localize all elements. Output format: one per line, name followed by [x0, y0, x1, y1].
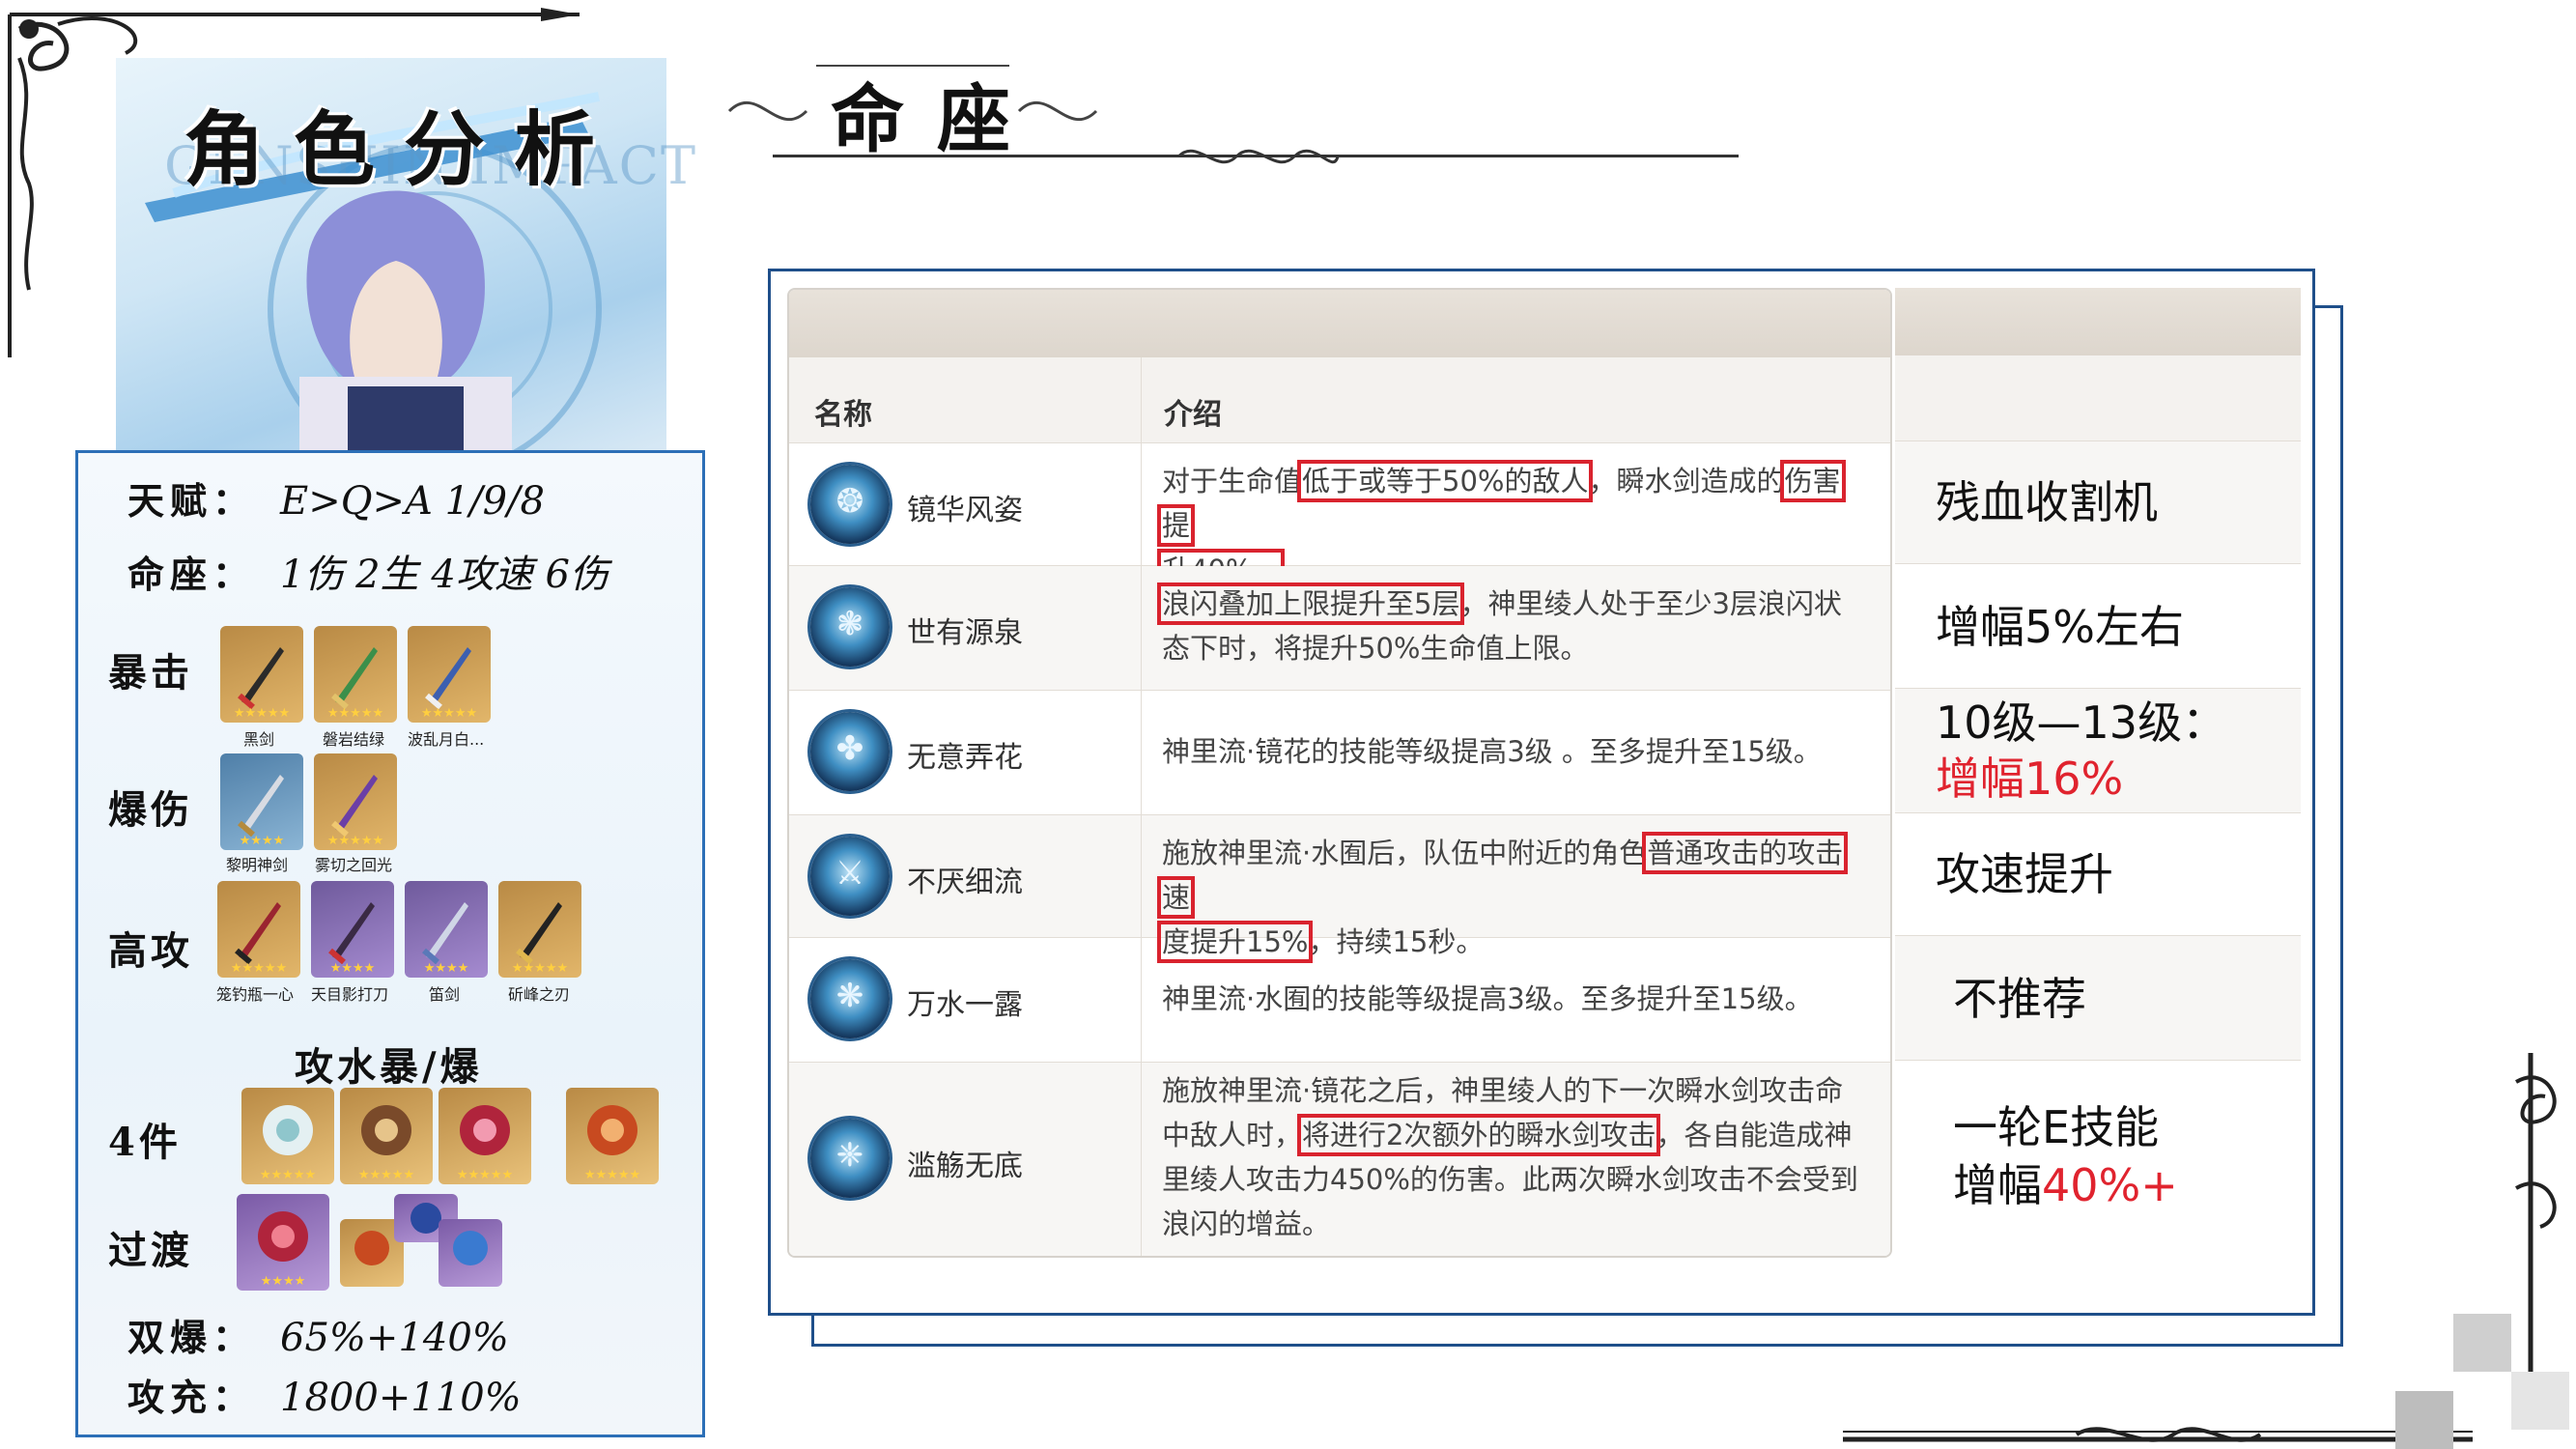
- weapon-name: 黎明神剑: [226, 856, 289, 874]
- constellation-c1-icon: ❂: [810, 465, 890, 544]
- assessment-text: 增幅5%左右: [1936, 601, 2184, 653]
- talent-value: E>Q>A 1/9/8: [280, 479, 545, 524]
- atk-er-label: 攻充：: [127, 1376, 256, 1419]
- constellation-value: 1伤 2生 4攻速 6伤: [280, 553, 609, 597]
- assessment-text: 一轮E技能: [1953, 1101, 2160, 1153]
- weapon-card[interactable]: ★★★★★: [220, 626, 303, 723]
- weapon-card[interactable]: ★★★★★: [314, 626, 397, 723]
- assessment-column: 残血收割机 增幅5%左右 10级—13级： 增幅16% 攻速提升 不推荐 一轮E…: [1895, 288, 2301, 1254]
- assessment-row: 一轮E技能 增幅40%+: [1895, 1061, 2301, 1254]
- flourish-icon: [1176, 149, 1340, 164]
- weapon-card[interactable]: ★★★★: [405, 881, 488, 978]
- constellation-c2-icon: ❃: [810, 587, 890, 667]
- constellation-name: 世有源泉: [907, 616, 1023, 650]
- table-row: ❂ 镜华风姿 对于生命值低于或等于50%的敌人，瞬水剑造成的伤害提升40%。: [789, 443, 1890, 591]
- crit-label: 双爆：: [127, 1316, 256, 1359]
- weapon-group-label: 高攻: [108, 928, 193, 974]
- assessment-highlight: 增幅16%: [1936, 753, 2124, 805]
- artifact-stats-heading: 攻水暴/爆: [295, 1044, 483, 1090]
- artifact-transition-label: 过渡: [108, 1228, 193, 1273]
- table-row: ❋ 万水一露 神里流·水囿的技能等级提高3级。至多提升至15级。: [789, 938, 1890, 1063]
- table-row: ✤ 无意弄花 神里流·镜花的技能等级提高3级 。至多提升至15级。: [789, 691, 1890, 815]
- assessment-text: 10级—13级：: [1936, 696, 2227, 749]
- assessment-header: [1895, 355, 2301, 441]
- artifact-card[interactable]: ★★★★★: [340, 1088, 433, 1184]
- assessment-text: 残血收割机: [1936, 476, 2158, 528]
- constellation-desc: 浪闪叠加上限提升至5层，神里绫人处于至少3层浪闪状态下时，将提升50%生命值上限…: [1156, 582, 1842, 665]
- assessment-row: 增幅5%左右: [1895, 564, 2301, 689]
- weapon-name: 天目影打刀: [311, 985, 389, 1004]
- table-header: [789, 357, 1890, 443]
- artifact-card[interactable]: ★★★★★: [566, 1088, 659, 1184]
- table-row: ❈ 滥觞无底 施放神里流·镜花之后，神里绫人的下一次瞬水剑攻击命中敌人时，将进行…: [789, 1063, 1890, 1256]
- weapon-group-label: 暴击: [108, 650, 193, 696]
- talent-label: 天赋：: [127, 479, 256, 523]
- weapon-card[interactable]: ★★★★: [311, 881, 394, 978]
- table-row: ❃ 世有源泉 浪闪叠加上限提升至5层，神里绫人处于至少3层浪闪状态下时，将提升5…: [789, 566, 1890, 691]
- artifact-four-label: 4件: [108, 1120, 182, 1165]
- constellation-name: 无意弄花: [907, 741, 1023, 775]
- assessment-topbar: [1895, 288, 2301, 355]
- constellation-name: 滥觞无底: [907, 1150, 1023, 1183]
- assessment-text: 增幅40%+: [1953, 1159, 2178, 1211]
- assessment-row: 不推荐: [1895, 936, 2301, 1061]
- weapon-card[interactable]: ★★★★★: [408, 626, 491, 723]
- weapon-name: 磐岩结绿: [323, 730, 385, 749]
- weapon-name: 笛剑: [429, 985, 461, 1004]
- page-title: 命座: [831, 76, 1043, 162]
- atk-er-value: 1800+110%: [280, 1376, 522, 1420]
- column-divider: [1141, 357, 1142, 1256]
- constellation-name: 万水一露: [907, 988, 1023, 1022]
- assessment-text: 不推荐: [1953, 973, 2086, 1025]
- weapon-card[interactable]: ★★★★★: [314, 753, 397, 850]
- constellation-desc: 神里流·镜花的技能等级提高3级 。至多提升至15级。: [1162, 735, 1822, 768]
- weapon-name: 笼钓瓶一心: [216, 985, 295, 1004]
- column-header-desc: 介绍: [1164, 398, 1222, 432]
- constellation-priority: 命座： 1伤 2生 4攻速 6伤: [127, 543, 609, 599]
- constellation-desc: 神里流·水囿的技能等级提高3级。至多提升至15级。: [1162, 982, 1813, 1015]
- crit-value: 65%+140%: [280, 1316, 509, 1360]
- weapon-card[interactable]: ★★★★★: [498, 881, 581, 978]
- assessment-highlight: 40%+: [2042, 1159, 2178, 1211]
- column-header-name: 名称: [814, 398, 872, 432]
- constellation-name: 镜华风姿: [907, 494, 1023, 527]
- assessment-row: 残血收割机: [1895, 441, 2301, 564]
- constellation-c6-icon: ❈: [810, 1119, 890, 1198]
- assessment-row: 攻速提升: [1895, 813, 2301, 936]
- artifact-card[interactable]: ★★★★: [237, 1194, 329, 1291]
- talent-priority: 天赋： E>Q>A 1/9/8: [127, 471, 545, 525]
- artifact-card[interactable]: ★★★★★: [439, 1088, 531, 1184]
- weapon-name: 黑剑: [243, 730, 275, 749]
- constellation-table: 名称 介绍 ❂ 镜华风姿 对于生命值低于或等于50%的敌人，瞬水剑造成的伤害提升…: [787, 288, 1892, 1258]
- constellation-c3-icon: ✤: [810, 712, 890, 791]
- table-topbar: [789, 290, 1890, 357]
- artifact-card[interactable]: ★★★★★: [241, 1088, 334, 1184]
- assessment-text: 攻速提升: [1936, 848, 2113, 900]
- weapon-name: 斫峰之刃: [508, 985, 571, 1004]
- weapon-group-label: 爆伤: [108, 787, 193, 833]
- artifact-card[interactable]: [439, 1219, 502, 1287]
- atk-er-target: 攻充： 1800+110%: [127, 1368, 522, 1421]
- character-analysis-title: 角色分析: [184, 101, 625, 197]
- constellation-label: 命座：: [127, 553, 256, 596]
- constellation-name: 不厌细流: [907, 866, 1023, 899]
- crit-ratio: 双爆： 65%+140%: [127, 1308, 509, 1361]
- weapon-card[interactable]: ★★★★★: [217, 881, 300, 978]
- constellation-c5-icon: ❋: [810, 959, 890, 1038]
- weapon-name: 波乱月白...: [408, 730, 485, 749]
- constellation-c4-icon: ⚔: [810, 837, 890, 916]
- assessment-row: 10级—13级： 增幅16%: [1895, 689, 2301, 813]
- weapon-name: 雾切之回光: [315, 856, 393, 874]
- constellation-desc: 施放神里流·镜花之后，神里绫人的下一次瞬水剑攻击命中敌人时，将进行2次额外的瞬水…: [1162, 1074, 1858, 1240]
- table-row: ⚔ 不厌细流 施放神里流·水囿后，队伍中附近的角色普通攻击的攻击速 度提升15%，…: [789, 815, 1890, 963]
- weapon-card[interactable]: ★★★★: [220, 753, 303, 850]
